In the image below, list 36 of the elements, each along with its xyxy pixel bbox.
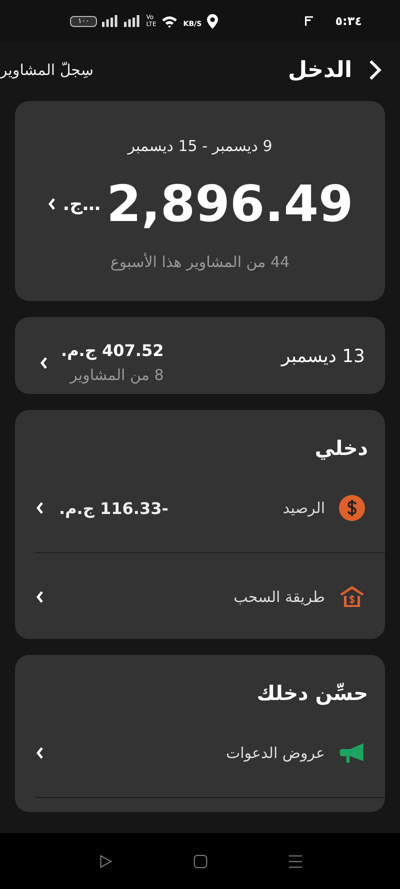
back-icon	[368, 59, 382, 81]
balance-amount: -116.33 ج.م.	[59, 498, 168, 518]
list-row[interactable]: الرصيد -116.33 ج.م.	[15, 478, 365, 538]
currency-label: …ج.	[62, 194, 101, 214]
day-date: 13 ديسمبر	[282, 346, 365, 367]
list-row[interactable]: عروض الدعوات	[15, 723, 365, 783]
menu-nav-icon[interactable]	[288, 854, 302, 868]
bank-icon	[339, 584, 365, 610]
chevron-left-icon	[35, 501, 45, 515]
wifi-icon	[161, 14, 178, 28]
page-title: الدخل	[288, 58, 352, 82]
signal-icon	[102, 15, 120, 27]
section-title: حسِّن دخلك	[256, 680, 368, 707]
back-nav-icon[interactable]	[98, 854, 112, 868]
signal-icon	[124, 15, 142, 27]
status-time: ٥:٣٤	[335, 14, 362, 28]
chevron-left-icon	[46, 197, 57, 211]
chevron-left-icon	[35, 746, 45, 760]
location-pin-icon	[206, 14, 218, 28]
home-nav-icon[interactable]	[192, 854, 208, 868]
date-range: 9 ديسمبر - 15 ديسمبر	[128, 137, 272, 155]
row-label: عروض الدعوات	[226, 744, 325, 762]
chevron-left-icon	[35, 590, 45, 604]
section-title: دخلي	[314, 435, 368, 462]
chevron-left-icon	[39, 356, 49, 370]
day-earnings: 407.52 ج.م.	[61, 341, 164, 360]
back-button[interactable]	[368, 59, 382, 81]
day-trips-count: 8 من المشاوير	[68, 366, 164, 384]
notification-icon	[305, 16, 314, 26]
row-label: الرصيد	[282, 499, 325, 517]
weekly-trips-count: 44 من المشاوير هذا الأسبوع	[110, 253, 290, 271]
weekly-earnings: 2,896.49	[106, 175, 354, 233]
list-row[interactable]: طريقة السحب	[15, 567, 365, 627]
row-label: طريقة السحب	[234, 588, 325, 606]
dollar-coin-icon	[339, 495, 365, 521]
day-summary-card[interactable]: 13 ديسمبر 407.52 ج.م. 8 من المشاوير	[15, 317, 385, 394]
